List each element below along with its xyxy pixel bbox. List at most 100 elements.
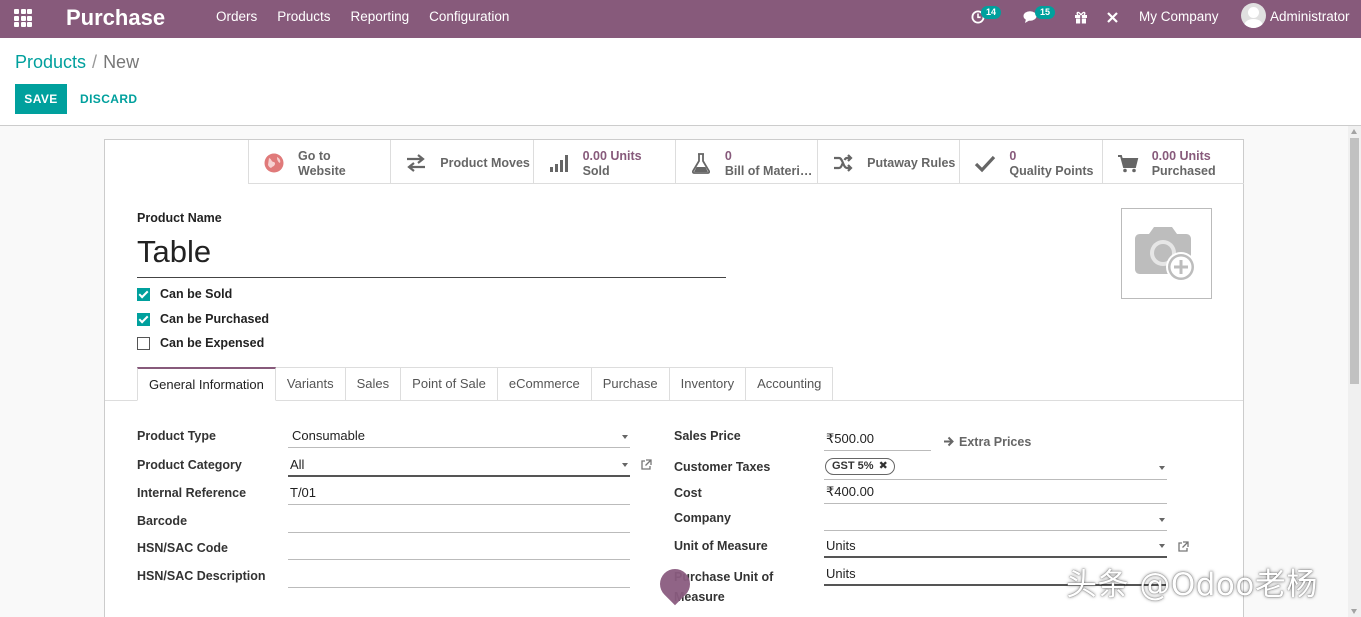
menu-reporting[interactable]: Reporting xyxy=(341,0,420,38)
activity-button[interactable]: 14 xyxy=(968,0,1004,38)
company-select[interactable] xyxy=(824,509,1167,531)
save-button[interactable]: SAVE xyxy=(15,84,67,114)
unit-of-measure-select[interactable]: Units xyxy=(824,536,1167,558)
user-menu[interactable]: Administrator xyxy=(1270,0,1356,38)
gst-tag: GST 5% ✖ xyxy=(825,458,895,475)
website-label: Website xyxy=(298,164,346,178)
globe-icon xyxy=(264,153,284,173)
user-avatar[interactable] xyxy=(1241,3,1266,28)
debug-tools-button[interactable] xyxy=(1104,0,1122,38)
control-panel: Products / New SAVE DISCARD xyxy=(0,38,1361,126)
product-name-label: Product Name xyxy=(137,211,222,225)
sales-price-input[interactable]: ₹500.00 xyxy=(824,429,931,451)
scroll-up-arrow-icon[interactable] xyxy=(1351,129,1357,134)
hsn-code-label: HSN/SAC Code xyxy=(137,541,228,555)
product-moves-button[interactable]: Product Moves xyxy=(390,140,533,184)
product-image-upload[interactable] xyxy=(1121,208,1212,299)
company-label: Company xyxy=(674,511,731,525)
units-sold-value: 0.00 Units xyxy=(582,149,642,163)
discard-button[interactable]: DISCARD xyxy=(72,84,145,114)
form-sheet: Go to Website Product Moves 0.00 Units S… xyxy=(104,139,1244,617)
product-type-value: Consumable xyxy=(292,428,365,443)
activity-badge: 14 xyxy=(981,6,1002,19)
app-name[interactable]: Purchase xyxy=(66,5,165,31)
tab-point-of-sale[interactable]: Point of Sale xyxy=(401,367,498,401)
main-menu: Orders Products Reporting Configuration xyxy=(206,0,519,38)
units-purchased-button[interactable]: 0.00 Units Purchased xyxy=(1101,140,1244,184)
gst-tag-label: GST 5% xyxy=(832,460,874,472)
menu-configuration[interactable]: Configuration xyxy=(419,0,519,38)
product-type-select[interactable]: Consumable xyxy=(288,426,630,448)
tab-ecommerce[interactable]: eCommerce xyxy=(497,367,592,401)
hsn-code-input[interactable] xyxy=(288,538,630,560)
watermark: 头条 @Odoo老杨 xyxy=(1066,567,1318,603)
gift-button[interactable] xyxy=(1072,0,1090,38)
apps-menu-icon[interactable] xyxy=(14,9,32,27)
purchased-label: Purchased xyxy=(1151,164,1216,178)
company-switcher[interactable]: My Company xyxy=(1139,0,1224,38)
arrow-right-icon xyxy=(944,436,954,447)
unit-of-measure-label: Unit of Measure xyxy=(674,539,768,553)
cart-icon xyxy=(1117,155,1138,173)
external-link-icon[interactable] xyxy=(1177,541,1189,553)
menu-products[interactable]: Products xyxy=(267,0,340,38)
tab-accounting[interactable]: Accounting xyxy=(746,367,834,401)
go-to-label: Go to xyxy=(298,149,331,163)
notebook-tabs: General Information Variants Sales Point… xyxy=(137,367,834,401)
quality-points-button[interactable]: 0 Quality Points xyxy=(959,140,1102,184)
can-be-sold-checkbox[interactable]: Can be Sold xyxy=(137,286,232,302)
hsn-description-label: HSN/SAC Description xyxy=(137,569,266,583)
exchange-icon xyxy=(407,154,426,172)
hsn-description-input[interactable] xyxy=(288,566,630,588)
can-be-expensed-checkbox[interactable]: Can be Expensed xyxy=(137,335,264,351)
checkbox-checked-icon[interactable] xyxy=(137,312,150,326)
product-category-select[interactable]: All xyxy=(288,455,630,477)
tab-general-information[interactable]: General Information xyxy=(137,367,276,401)
can-be-purchased-checkbox[interactable]: Can be Purchased xyxy=(137,311,269,327)
can-be-expensed-label: Can be Expensed xyxy=(160,336,265,350)
flask-icon xyxy=(691,153,710,174)
camera-add-icon xyxy=(1135,227,1196,282)
bill-of-materials-button[interactable]: 0 Bill of Materi… xyxy=(674,140,818,184)
units-purchased-value: 0.00 Units xyxy=(1151,149,1211,163)
tab-sales[interactable]: Sales xyxy=(345,367,402,401)
cost-input[interactable]: ₹400.00 xyxy=(824,482,1167,504)
customer-taxes-label: Customer Taxes xyxy=(674,460,771,474)
units-sold-button[interactable]: 0.00 Units Sold xyxy=(532,140,675,184)
putaway-rules-button[interactable]: Putaway Rules xyxy=(817,140,960,184)
chevron-down-icon xyxy=(1159,466,1165,470)
breadcrumb-products[interactable]: Products xyxy=(15,52,86,72)
product-name-input[interactable]: Table xyxy=(137,228,726,278)
chevron-down-icon xyxy=(622,435,628,439)
barcode-label: Barcode xyxy=(137,514,188,528)
sold-label: Sold xyxy=(582,164,610,178)
smart-button-box: Go to Website Product Moves 0.00 Units S… xyxy=(248,140,1244,184)
checkbox-checked-icon[interactable] xyxy=(137,287,150,301)
page-scrollbar[interactable] xyxy=(1348,126,1361,617)
extra-prices-label: Extra Prices xyxy=(959,435,1032,449)
external-link-icon[interactable] xyxy=(640,459,652,471)
check-icon xyxy=(975,155,996,173)
breadcrumb: Products / New xyxy=(15,52,139,73)
scroll-thumb[interactable] xyxy=(1350,138,1359,384)
top-navbar: Purchase Orders Products Reporting Confi… xyxy=(0,0,1361,38)
scroll-down-arrow-icon[interactable] xyxy=(1351,609,1357,614)
tab-variants[interactable]: Variants xyxy=(275,367,346,401)
messages-button[interactable]: 15 xyxy=(1021,0,1059,38)
go-to-website-button[interactable]: Go to Website xyxy=(248,140,391,184)
barcode-input[interactable] xyxy=(288,511,630,533)
shuffle-icon xyxy=(834,154,853,172)
unit-of-measure-value: Units xyxy=(826,538,856,553)
remove-tag-icon[interactable]: ✖ xyxy=(879,460,888,472)
extra-prices-button[interactable]: Extra Prices xyxy=(943,435,1031,449)
breadcrumb-current: New xyxy=(103,52,140,72)
chevron-down-icon xyxy=(622,463,628,467)
internal-reference-input[interactable]: T/01 xyxy=(288,483,630,505)
tab-purchase[interactable]: Purchase xyxy=(591,367,670,401)
menu-orders[interactable]: Orders xyxy=(206,0,267,38)
tab-inventory[interactable]: Inventory xyxy=(669,367,747,401)
checkbox-unchecked-icon[interactable] xyxy=(137,336,150,350)
product-moves-label: Product Moves xyxy=(440,156,530,170)
product-category-value: All xyxy=(290,457,305,472)
gift-icon xyxy=(1075,11,1087,24)
